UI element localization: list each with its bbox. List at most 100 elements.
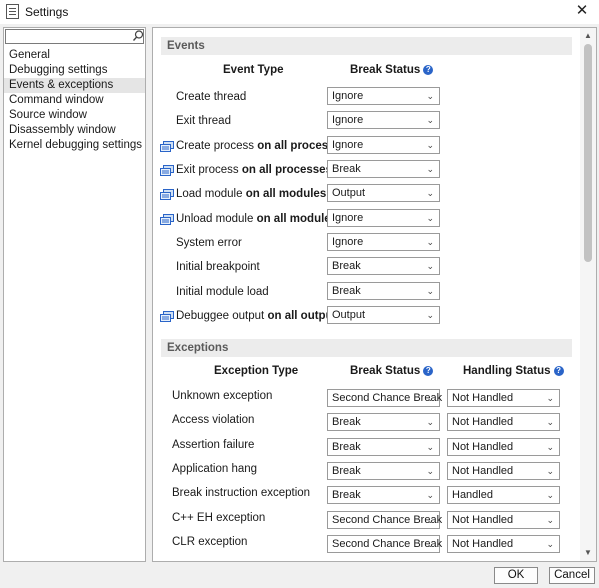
exception-row: Break instruction exception Break ⌄ Handled… — [153, 485, 581, 509]
break-status-dropdown[interactable]: Ignore ⌄ — [327, 87, 440, 105]
break-status-dropdown[interactable]: Break ⌄ — [327, 437, 440, 456]
break-status-dropdown[interactable]: Ignore ⌄ — [327, 233, 440, 252]
event-name: Exit thread — [176, 115, 231, 128]
dropdown-value: Break — [332, 489, 361, 502]
info-icon[interactable]: ? — [423, 65, 434, 75]
close-icon[interactable]: ✕ — [573, 2, 591, 20]
exception-row: Assertion failure Break ⌄ Not Handled ⌄ — [153, 437, 581, 461]
multi-target-icon — [160, 213, 174, 225]
multi-target-icon — [160, 140, 174, 152]
nav-item[interactable]: Disassembly window — [4, 123, 145, 138]
nav-item[interactable]: General — [4, 48, 145, 63]
break-status-dropdown[interactable]: Second Chance Break ⌄ — [327, 389, 442, 407]
event-label: Unload module on all modules — [176, 213, 337, 225]
chevron-down-icon: ⌄ — [426, 310, 434, 321]
event-label: Create process on all processes — [176, 140, 347, 152]
dropdown-value: Break — [332, 416, 361, 429]
break-status-dropdown[interactable]: Output ⌄ — [327, 306, 440, 325]
scrollbar-thumb[interactable] — [584, 44, 592, 262]
scroll-up-arrow-icon[interactable]: ▲ — [582, 30, 594, 42]
exception-row: CLR exception Second Chance Break ⌄ Not Han… — [153, 534, 581, 558]
event-name: Unload module — [176, 212, 254, 225]
chevron-down-icon: ⌄ — [546, 417, 554, 428]
scroll-down-arrow-icon[interactable]: ▼ — [582, 547, 594, 559]
dropdown-value: Break — [332, 284, 361, 297]
break-status-dropdown[interactable]: Ignore ⌄ — [327, 135, 440, 154]
dropdown-value: Not Handled — [452, 537, 514, 550]
multi-target-icon — [160, 311, 174, 323]
event-name: Create process — [176, 139, 254, 152]
dropdown-value: Ignore — [332, 114, 364, 127]
break-status-dropdown[interactable]: Break ⌄ — [327, 160, 440, 179]
info-icon[interactable]: ? — [553, 366, 564, 376]
handling-status-dropdown[interactable]: Handled ⌄ — [447, 486, 560, 505]
chevron-down-icon: ⌄ — [426, 417, 434, 428]
exception-label: Unknown exception — [172, 390, 273, 402]
handling-status-dropdown[interactable]: Not Handled ⌄ — [447, 389, 560, 407]
handling-status-dropdown[interactable]: Not Handled ⌄ — [447, 437, 560, 456]
nav-item[interactable]: Debugging settings — [4, 63, 145, 78]
break-status-dropdown[interactable]: Break ⌄ — [327, 413, 440, 432]
nav-item[interactable]: Events & exceptions — [4, 78, 145, 93]
settings-nav-panel: General Debugging settings Events & except… — [3, 27, 146, 562]
chevron-down-icon: ⌄ — [426, 538, 434, 549]
exception-label: C++ EH exception — [172, 511, 266, 524]
event-label: System error — [176, 237, 242, 249]
chevron-down-icon: ⌄ — [546, 465, 554, 476]
cancel-button[interactable]: Cancel — [549, 567, 595, 584]
break-status-dropdown[interactable]: Break ⌄ — [327, 461, 440, 480]
dropdown-value: Break — [332, 163, 361, 176]
break-status-dropdown[interactable]: Second Chance Break ⌄ — [327, 534, 442, 553]
break-status-dropdown[interactable]: Break ⌄ — [327, 486, 440, 505]
chevron-down-icon: ⌄ — [426, 91, 434, 101]
event-name: System error — [176, 237, 242, 250]
event-row: Initial module load Break ⌄ — [153, 281, 581, 305]
dropdown-value: Not Handled — [452, 392, 514, 404]
chevron-down-icon: ⌄ — [546, 490, 554, 501]
vertical-scrollbar[interactable]: ▲ ▼ — [580, 28, 596, 561]
event-label: Initial breakpoint — [176, 261, 260, 273]
chevron-down-icon: ⌄ — [426, 115, 434, 126]
dropdown-value: Not Handled — [452, 513, 514, 526]
handling-status-dropdown[interactable]: Not Handled ⌄ — [447, 413, 560, 432]
info-icon[interactable]: ? — [423, 366, 434, 376]
ok-button[interactable]: OK — [494, 567, 538, 584]
dropdown-value: Not Handled — [452, 416, 514, 429]
events-exceptions-panel: Events Event Type Break Status? Create t… — [152, 27, 597, 562]
break-status-dropdown[interactable]: Break ⌄ — [327, 281, 440, 300]
dropdown-value: Ignore — [332, 236, 364, 249]
dropdown-value: Output — [332, 187, 366, 200]
event-name: Create thread — [176, 91, 247, 103]
event-scope: on all modules — [256, 212, 338, 225]
event-scope: on all processes — [241, 164, 332, 177]
break-status-dropdown[interactable]: Ignore ⌄ — [327, 111, 440, 130]
dropdown-value: Ignore — [332, 138, 364, 151]
chevron-down-icon: ⌄ — [426, 393, 434, 403]
break-status-dropdown[interactable]: Ignore ⌄ — [327, 208, 440, 227]
nav-item[interactable]: Command window — [4, 93, 145, 108]
title-bar: Settings ✕ — [0, 0, 599, 24]
handling-status-column-header: Handling Status? — [463, 365, 564, 377]
chevron-down-icon: ⌄ — [426, 514, 434, 525]
dropdown-value: Output — [332, 309, 366, 322]
event-row: Unload module on all modules Ignore ⌄ — [153, 208, 581, 232]
break-status-dropdown[interactable]: Break ⌄ — [327, 257, 440, 276]
event-row: System error Ignore ⌄ — [153, 232, 581, 256]
nav-item[interactable]: Source window — [4, 108, 145, 123]
dropdown-value: Handled — [452, 489, 493, 502]
handling-status-dropdown[interactable]: Not Handled ⌄ — [447, 510, 560, 529]
event-label: Load module on all modules — [176, 188, 326, 200]
chevron-down-icon: ⌄ — [426, 261, 434, 272]
break-status-dropdown[interactable]: Second Chance Break ⌄ — [327, 510, 442, 529]
event-label: Exit thread — [176, 115, 231, 127]
event-row: Initial breakpoint Break ⌄ — [153, 256, 581, 280]
handling-status-dropdown[interactable]: Not Handled ⌄ — [447, 461, 560, 480]
event-label: Debuggee output on all output — [176, 310, 336, 322]
event-row: Create process on all processes Ignore ⌄ — [153, 135, 581, 159]
event-name: Debuggee output — [176, 310, 265, 323]
event-row: Create thread Ignore ⌄ — [153, 86, 581, 110]
handling-status-dropdown[interactable]: Not Handled ⌄ — [447, 534, 560, 553]
nav-item[interactable]: Kernel debugging settings — [4, 138, 145, 153]
settings-search-input[interactable] — [5, 29, 144, 44]
break-status-dropdown[interactable]: Output ⌄ — [327, 184, 440, 203]
